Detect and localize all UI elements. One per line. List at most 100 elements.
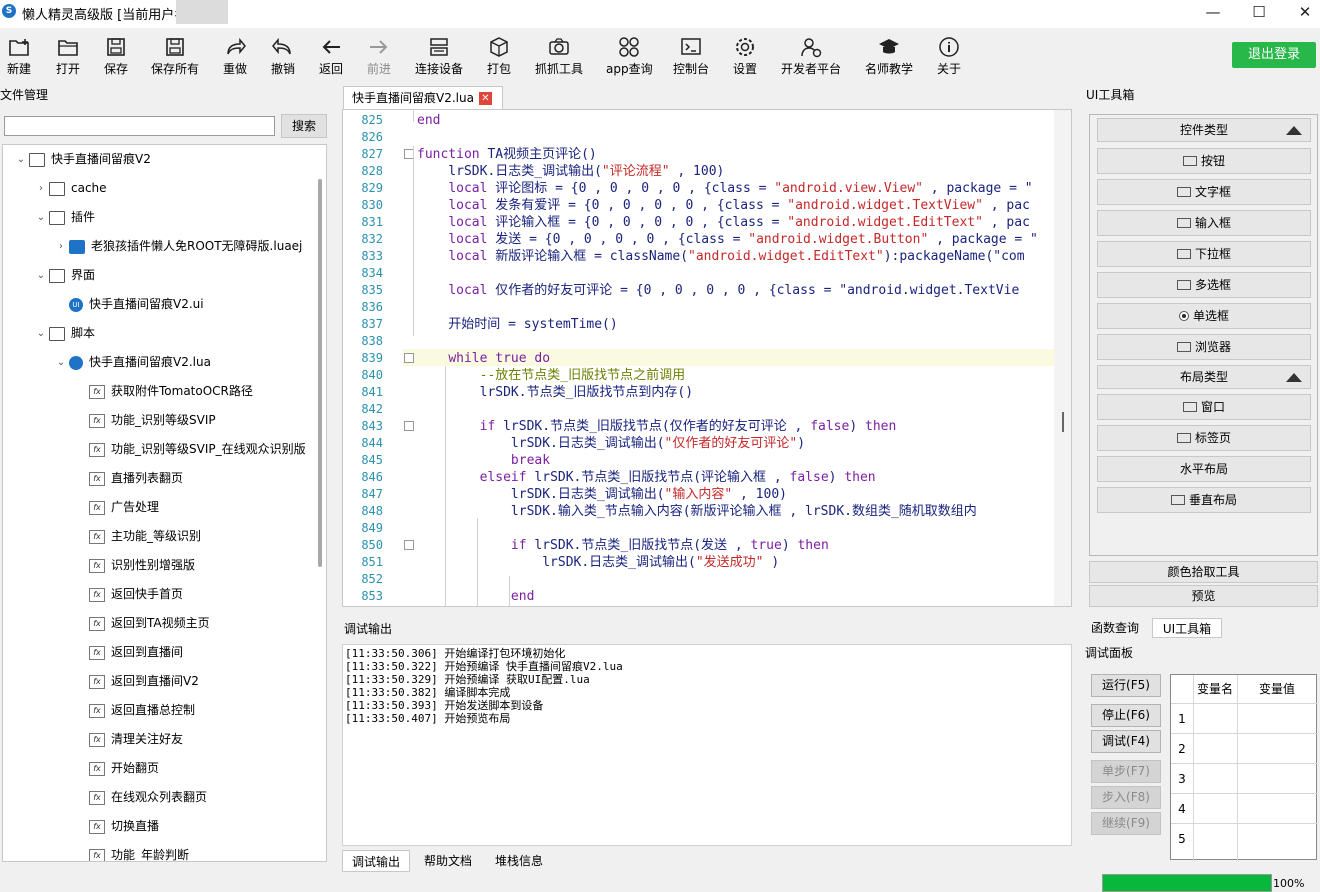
tree-item[interactable]: fx 功能_识别等级SVIP_在线观众识别版 <box>73 435 306 464</box>
ui-layout-button[interactable]: 窗口 <box>1097 394 1311 420</box>
toolbar-info-button[interactable]: 关于 <box>936 36 962 77</box>
debug-button-4[interactable]: 步入(F8) <box>1091 786 1161 809</box>
tree-item[interactable]: fx 广告处理 <box>73 493 159 522</box>
toolbar-redo-button[interactable]: 重做 <box>222 36 248 77</box>
tree-item[interactable]: ⌄ 插件 <box>33 203 95 232</box>
line-number: 832 <box>361 232 383 246</box>
toolbar-undo-button[interactable]: 撤销 <box>270 36 296 77</box>
tree-expand-icon[interactable]: ⌄ <box>53 348 69 377</box>
tree-item[interactable]: fx 获取附件TomatoOCR路径 <box>73 377 253 406</box>
tree-expand-icon[interactable]: ⌄ <box>33 261 49 290</box>
ui-control-button-button[interactable]: 按钮 <box>1097 148 1311 174</box>
tree-item[interactable]: ⌄ 界面 <box>33 261 95 290</box>
vertical-layout-icon <box>1170 495 1185 505</box>
ui-control-browser-button[interactable]: 浏览器 <box>1097 334 1311 360</box>
tree-scrollbar[interactable] <box>318 179 322 567</box>
tree-item[interactable]: ⌄ 脚本 <box>33 319 95 348</box>
tree-item[interactable]: fx 返回快手首页 <box>73 580 183 609</box>
fold-toggle-icon[interactable] <box>404 353 414 363</box>
fold-toggle-icon[interactable] <box>404 540 414 550</box>
control-type-header[interactable]: 控件类型 <box>1097 118 1311 142</box>
toolbar-forward-arrow-button[interactable]: 前进 <box>366 36 392 77</box>
tree-item[interactable]: fx 开始翻页 <box>73 754 159 783</box>
tree-item[interactable]: fx 返回直播总控制 <box>73 696 195 725</box>
logout-button[interactable]: 退出登录 <box>1232 42 1316 68</box>
debug-button-2[interactable]: 调试(F4) <box>1091 730 1161 753</box>
toolbar-package-button[interactable]: 打包 <box>486 36 512 77</box>
toolbar-gear-button[interactable]: 设置 <box>732 36 758 77</box>
tab-ui-toolbox[interactable]: UI工具箱 <box>1152 618 1222 638</box>
log-line: [11:33:50.393] 开始发送脚本到设备 <box>345 699 544 712</box>
tab-function-lookup[interactable]: 函数查询 <box>1086 618 1144 638</box>
ui-layout-button[interactable]: 水平布局 <box>1097 456 1311 482</box>
debug-button-3[interactable]: 单步(F7) <box>1091 760 1161 783</box>
tree-item[interactable]: UI 快手直播间留痕V2.ui <box>53 290 204 319</box>
ui-layout-button[interactable]: 垂直布局 <box>1097 487 1311 513</box>
code-line: 开始时间 = systemTime() <box>417 317 618 332</box>
debug-button-0[interactable]: 运行(F5) <box>1091 674 1161 697</box>
tab-debug-output[interactable]: 调试输出 <box>342 850 410 872</box>
tree-item[interactable]: fx 直播列表翻页 <box>73 464 183 493</box>
tree-item[interactable]: fx 返回到TA视频主页 <box>73 609 210 638</box>
tree-item[interactable]: fx 功能_识别等级SVIP <box>73 406 216 435</box>
editor-scrollbar[interactable] <box>1054 110 1071 606</box>
debug-button-1[interactable]: 停止(F6) <box>1091 704 1161 727</box>
toolbar-device-button[interactable]: 连接设备 <box>414 36 464 77</box>
toolbar-camera-button[interactable]: 抓抓工具 <box>534 36 584 77</box>
tab-editor-file[interactable]: 快手直播间留痕V2.lua ✕ <box>343 86 503 109</box>
tree-item[interactable]: fx 在线观众列表翻页 <box>73 783 207 812</box>
tree-item[interactable]: fx 主功能_等级识别 <box>73 522 201 551</box>
tree-expand-icon[interactable]: ⌄ <box>33 319 49 348</box>
toolbar-developer-button[interactable]: 开发者平台 <box>780 36 842 77</box>
preview-button[interactable]: 预览 <box>1089 585 1318 607</box>
indent-guide <box>477 518 478 606</box>
ui-control-text-button[interactable]: 文字框 <box>1097 179 1311 205</box>
code-editor[interactable]: 825 826 827 828 829 830 831 832 833 834 835 836 837 8… <box>342 109 1072 607</box>
ui-control-radio-button[interactable]: 单选框 <box>1097 303 1311 329</box>
search-button[interactable]: 搜索 <box>281 114 327 138</box>
fold-toggle-icon[interactable] <box>404 421 414 431</box>
ui-control-checkbox-button[interactable]: 多选框 <box>1097 272 1311 298</box>
file-search-input[interactable] <box>4 116 275 136</box>
tree-item[interactable]: fx 功能_年龄判断 <box>73 841 189 861</box>
debug-button-5[interactable]: 继续(F9) <box>1091 812 1161 835</box>
maximize-button[interactable]: ☐ <box>1236 0 1282 24</box>
ui-control-label: 下拉框 <box>1194 247 1231 261</box>
tree-expand-icon[interactable]: › <box>33 174 49 203</box>
tree-expand-icon[interactable]: ⌄ <box>13 145 29 174</box>
tree-item[interactable]: › cache <box>33 174 107 203</box>
tab-close-icon[interactable]: ✕ <box>478 92 492 105</box>
minimize-button[interactable]: — <box>1190 0 1236 24</box>
toolbar-save-button[interactable]: 保存 <box>103 36 129 77</box>
tree-expand-icon[interactable]: ⌄ <box>33 203 49 232</box>
collapse-up-icon <box>1286 373 1302 382</box>
tree-item[interactable]: ⌄ 快手直播间留痕V2.lua <box>53 348 211 377</box>
tab-stack-info[interactable]: 堆栈信息 <box>484 850 554 872</box>
tree-expand-icon[interactable]: › <box>53 232 69 261</box>
color-picker-tool-button[interactable]: 颜色拾取工具 <box>1089 561 1318 583</box>
undo-icon <box>272 37 291 55</box>
tree-item[interactable]: ⌄ 快手直播间留痕V2 <box>13 145 151 174</box>
tree-item[interactable]: fx 返回到直播间 <box>73 638 183 667</box>
tab-help-docs[interactable]: 帮助文档 <box>414 850 482 872</box>
toolbar-teacher-button[interactable]: 名师教学 <box>864 36 914 77</box>
toolbar-save-all-button[interactable]: 保存所有 <box>150 36 200 77</box>
toolbar-console-button[interactable]: 控制台 <box>672 36 710 77</box>
toolbar-app-grid-button[interactable]: app查询 <box>606 36 653 77</box>
toolbar-back-arrow-button[interactable]: 返回 <box>318 36 344 77</box>
line-number: 839 <box>361 351 383 365</box>
layout-type-header[interactable]: 布局类型 <box>1097 365 1311 389</box>
ui-control-input-button[interactable]: 输入框 <box>1097 210 1311 236</box>
tree-item[interactable]: fx 识别性别增强版 <box>73 551 195 580</box>
toolbar-open-folder-button[interactable]: 打开 <box>55 36 81 77</box>
tree-item[interactable]: fx 切换直播 <box>73 812 159 841</box>
ui-control-dropdown-button[interactable]: 下拉框 <box>1097 241 1311 267</box>
tree-item[interactable]: fx 清理关注好友 <box>73 725 183 754</box>
tree-item[interactable]: fx 返回到直播间V2 <box>73 667 199 696</box>
tree-item[interactable]: › 老狼孩插件懒人免ROOT无障碍版.luaej <box>53 232 302 261</box>
close-button[interactable]: ✕ <box>1282 0 1320 24</box>
ui-layout-button[interactable]: 标签页 <box>1097 425 1311 451</box>
var-name-header: 变量名 <box>1196 682 1233 696</box>
toolbar-new-folder-button[interactable]: 新建 <box>6 36 32 77</box>
redo-icon <box>227 37 246 55</box>
